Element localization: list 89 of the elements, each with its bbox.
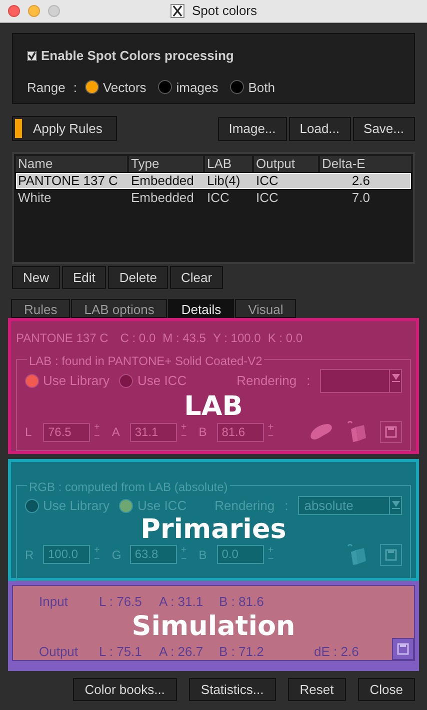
column-header[interactable]: LAB bbox=[205, 156, 252, 172]
rendering-label: Rendering bbox=[236, 372, 297, 390]
radio-label: Vectors bbox=[102, 78, 146, 96]
radio-label: images bbox=[176, 78, 218, 97]
separator-text: : bbox=[306, 372, 310, 390]
radio-label: Both bbox=[248, 78, 275, 96]
folder-icon[interactable] bbox=[346, 544, 368, 566]
button[interactable]: New bbox=[12, 266, 60, 289]
tab[interactable]: Rules bbox=[11, 299, 70, 318]
number-field[interactable]: 31.1 bbox=[130, 422, 177, 442]
checkbox[interactable] bbox=[27, 50, 37, 61]
save-icon[interactable] bbox=[392, 638, 414, 660]
cmyk-value: C : 0.0 bbox=[120, 330, 156, 347]
delta-e-value: dE : 2.6 bbox=[314, 642, 359, 660]
radio-button[interactable] bbox=[84, 80, 99, 94]
window-title: Spot colors bbox=[192, 2, 258, 20]
button[interactable]: Reset bbox=[288, 678, 346, 701]
number-field[interactable]: 76.5 bbox=[43, 422, 90, 442]
checkbox-label: Enable Spot Colors processing bbox=[41, 47, 234, 65]
button[interactable]: Statistics... bbox=[188, 678, 276, 701]
bean-icon[interactable] bbox=[308, 422, 334, 442]
button[interactable]: Edit bbox=[62, 266, 106, 289]
column-header[interactable]: Delta-E bbox=[320, 156, 411, 172]
button[interactable]: Save... bbox=[352, 116, 415, 140]
lab-value: A : 31.1 bbox=[159, 593, 204, 611]
row-label: Input bbox=[39, 593, 69, 611]
zoom-window-button[interactable] bbox=[48, 5, 60, 17]
checkmark-icon bbox=[28, 51, 36, 60]
cmyk-value: K : 0.0 bbox=[268, 330, 302, 347]
table-cell-text: ICC bbox=[255, 174, 280, 188]
close-window-button[interactable] bbox=[8, 5, 20, 17]
radio-button[interactable] bbox=[230, 80, 244, 94]
button[interactable]: Close bbox=[358, 678, 415, 701]
table-cell-text: ICC bbox=[206, 191, 230, 205]
save-icon[interactable] bbox=[380, 421, 402, 443]
table-cell-text: 7.0 bbox=[350, 191, 371, 205]
button[interactable]: Clear bbox=[170, 266, 224, 289]
button[interactable]: Color books... bbox=[72, 678, 177, 701]
rendering-dropdown[interactable] bbox=[320, 369, 402, 393]
number-field[interactable]: 81.6 bbox=[216, 422, 264, 442]
folder-icon[interactable] bbox=[346, 421, 368, 443]
table-row[interactable]: White Embedded ICC ICC 7.0 bbox=[16, 190, 411, 206]
table-cell-text: White bbox=[17, 191, 52, 205]
lab-value: L : 75.1 bbox=[99, 642, 143, 660]
button[interactable]: Image... bbox=[218, 116, 287, 140]
radio-button[interactable] bbox=[25, 498, 39, 513]
table-cell-text: PANTONE 137 C bbox=[17, 174, 119, 188]
column-header[interactable]: Type bbox=[129, 156, 203, 172]
lab-value: B : 81.6 bbox=[219, 593, 265, 611]
radio-label: Use Library bbox=[43, 372, 110, 390]
app-icon bbox=[170, 4, 184, 18]
table-cell-text: 2.6 bbox=[350, 174, 371, 188]
field-label: L bbox=[25, 424, 33, 441]
table-row[interactable]: PANTONE 137 C Embedded Lib(4) ICC 2.6 bbox=[16, 173, 411, 189]
overlay-label: Simulation bbox=[132, 612, 296, 642]
radio-button[interactable] bbox=[158, 80, 172, 94]
radio-button[interactable] bbox=[25, 374, 39, 388]
apply-rules-button[interactable]: Apply Rules bbox=[12, 116, 117, 141]
field-label: A bbox=[112, 424, 121, 441]
table-cell-text: Embedded bbox=[130, 174, 195, 188]
table-cell-text: Embedded bbox=[130, 191, 195, 205]
radio-button[interactable] bbox=[119, 498, 134, 513]
column-header[interactable]: Output bbox=[254, 156, 318, 172]
tab[interactable]: LAB options bbox=[71, 299, 168, 318]
separator-text: : bbox=[73, 78, 77, 96]
table-cell-text: ICC bbox=[255, 191, 280, 205]
range-label: Range bbox=[27, 78, 66, 97]
lab-value: A : 26.7 bbox=[159, 642, 204, 660]
spot-name: PANTONE 137 C bbox=[16, 330, 108, 347]
cmyk-value: M : 43.5 bbox=[162, 330, 206, 347]
cmyk-value: Y : 100.0 bbox=[212, 330, 261, 347]
lab-value: B : 71.2 bbox=[219, 642, 265, 660]
dropdown-arrow-icon[interactable] bbox=[392, 374, 400, 382]
radio-label: Use ICC bbox=[137, 372, 187, 390]
lab-value: L : 76.5 bbox=[99, 593, 143, 611]
row-label: Output bbox=[39, 642, 80, 661]
button[interactable]: Load... bbox=[288, 116, 351, 140]
table-cell-text: Lib(4) bbox=[206, 174, 242, 188]
button[interactable]: Delete bbox=[108, 266, 168, 289]
dropdown-arrow-icon[interactable] bbox=[392, 501, 400, 510]
tab[interactable]: Visual bbox=[235, 299, 296, 318]
separator-text: : bbox=[284, 497, 288, 515]
radio-button[interactable] bbox=[119, 374, 134, 388]
column-header[interactable]: Name bbox=[16, 156, 127, 172]
overlay-label: LAB bbox=[184, 393, 243, 421]
field-label: B bbox=[198, 424, 208, 441]
minimize-window-button[interactable] bbox=[28, 5, 40, 17]
overlay-label: Primaries bbox=[140, 516, 286, 544]
tab[interactable]: Details bbox=[168, 299, 234, 318]
